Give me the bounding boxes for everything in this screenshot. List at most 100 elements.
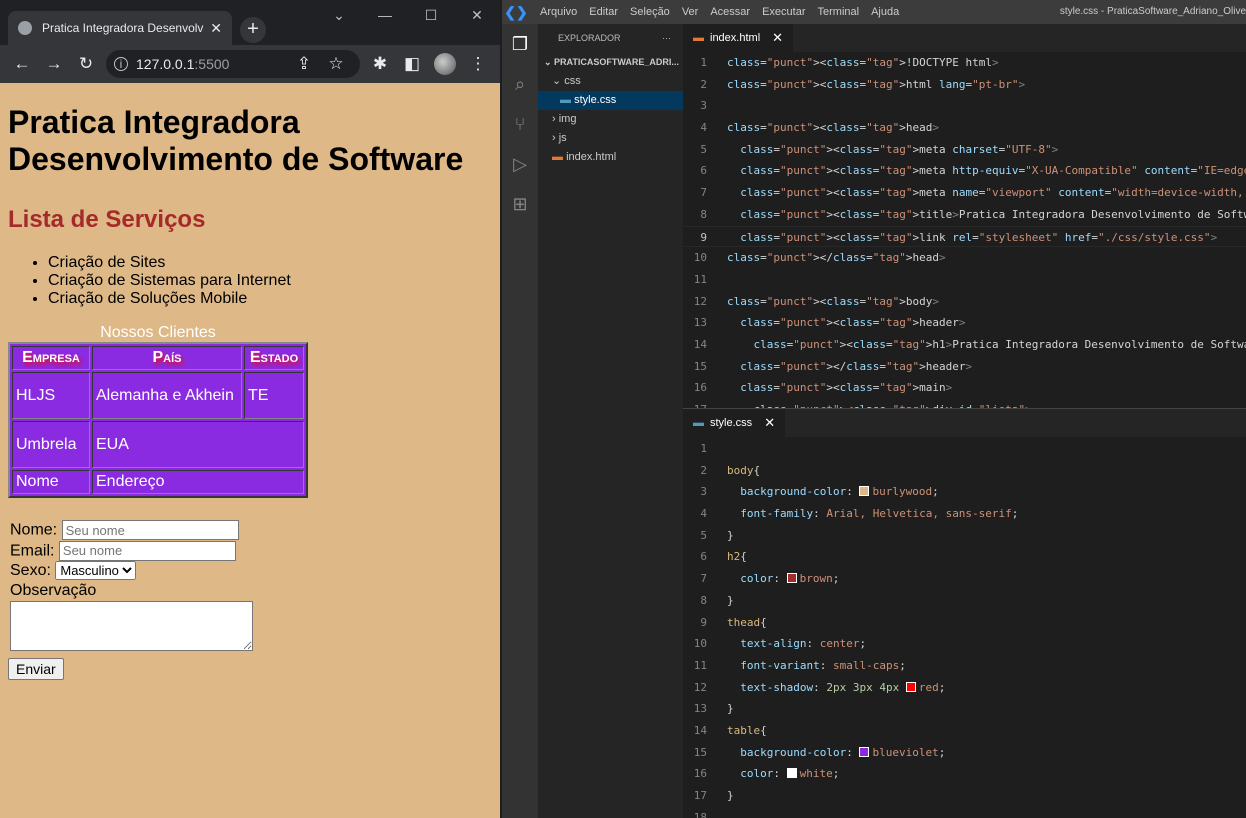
code-line[interactable]: 3 background-color: burlywood; bbox=[683, 481, 1246, 503]
code-line[interactable]: 3 bbox=[683, 95, 1246, 117]
code-text: class="punct"><class="tag">head> bbox=[727, 121, 939, 135]
search-icon[interactable]: ⌕ bbox=[502, 64, 538, 104]
tree-item-js-folder[interactable]: › js bbox=[538, 129, 683, 148]
share-icon[interactable]: ⇪ bbox=[288, 50, 320, 78]
code-line[interactable]: 2 body{ bbox=[683, 460, 1246, 482]
menu-item-editar[interactable]: Editar bbox=[583, 6, 624, 18]
explorer-files-icon[interactable]: ❐ bbox=[502, 24, 538, 64]
address-bar[interactable]: i 127.0.0.1:5500 ⇪ ☆ bbox=[106, 50, 360, 78]
source-control-icon[interactable]: ⑂ bbox=[502, 104, 538, 144]
code-line[interactable]: 12 text-shadow: 2px 3px 4px red; bbox=[683, 677, 1246, 699]
tab-style-css[interactable]: ▬ style.css ✕ bbox=[683, 409, 786, 437]
code-line[interactable]: 1 class="punct"><class="tag">!DOCTYPE htm… bbox=[683, 52, 1246, 74]
code-line[interactable]: 12 class="punct"><class="tag">body> bbox=[683, 291, 1246, 313]
extensions-puzzle-icon[interactable]: ✱ bbox=[364, 50, 396, 78]
code-line[interactable]: 6 class="punct"><class="tag">meta http-e… bbox=[683, 160, 1246, 182]
menu-item-executar[interactable]: Executar bbox=[756, 6, 811, 18]
menu-item-ver[interactable]: Ver bbox=[676, 6, 705, 18]
nome-input[interactable] bbox=[61, 520, 239, 540]
kebab-menu-icon[interactable]: ⋮ bbox=[462, 50, 494, 78]
close-window-button[interactable]: ✕ bbox=[454, 0, 500, 30]
code-line[interactable]: 18 bbox=[683, 807, 1246, 818]
code-line[interactable]: 16 color: white; bbox=[683, 763, 1246, 785]
menu-item-ajuda[interactable]: Ajuda bbox=[865, 6, 905, 18]
line-number: 11 bbox=[693, 272, 707, 286]
tree-item-img-folder[interactable]: › img bbox=[538, 110, 683, 129]
code-line[interactable]: 11 font-variant: small-caps; bbox=[683, 655, 1246, 677]
code-line[interactable]: 17} bbox=[683, 785, 1246, 807]
menu-item-selecao[interactable]: Seleção bbox=[624, 6, 676, 18]
extensions-icon[interactable]: ⊞ bbox=[502, 184, 538, 224]
code-line[interactable]: 1 bbox=[683, 438, 1246, 460]
line-number: 11 bbox=[693, 658, 707, 672]
code-line[interactable]: 13 class="punct"><class="tag">header> bbox=[683, 312, 1246, 334]
line-number: 2 bbox=[700, 463, 707, 477]
code-line[interactable]: 8 class="punct"><class="tag">title>Prati… bbox=[683, 204, 1246, 226]
menu-item-arquivo[interactable]: Arquivo bbox=[534, 6, 583, 18]
tab-search-icon[interactable]: ⌄ bbox=[316, 0, 362, 30]
email-input[interactable] bbox=[58, 540, 236, 561]
code-line[interactable]: 14 table{ bbox=[683, 720, 1246, 742]
code-line[interactable]: 7 color: brown; bbox=[683, 568, 1246, 590]
code-line[interactable]: 5} bbox=[683, 525, 1246, 547]
code-line[interactable]: 10 class="punct"></class="tag">head> bbox=[683, 247, 1246, 269]
code-line[interactable]: 6 h2{ bbox=[683, 546, 1246, 568]
clients-table-wrapper: Nossos Clientes Empresa País Estado HLJS… bbox=[8, 324, 308, 498]
run-debug-icon[interactable]: ▷ bbox=[502, 144, 538, 184]
line-number: 12 bbox=[693, 294, 707, 308]
project-root[interactable]: ⌄ PRATICASOFTWARE_ADRI... bbox=[538, 52, 683, 72]
code-line[interactable]: 10 text-align: center; bbox=[683, 633, 1246, 655]
new-tab-button[interactable]: + bbox=[240, 17, 266, 43]
tree-item-index-html[interactable]: ▬ index.html bbox=[538, 148, 683, 167]
submit-button[interactable]: Enviar bbox=[8, 658, 64, 680]
forward-arrow-icon[interactable]: → bbox=[38, 50, 70, 78]
code-line[interactable]: 17 class="punct"><class="tag">div id="li… bbox=[683, 399, 1246, 408]
menu-item-acessar[interactable]: Acessar bbox=[704, 6, 756, 18]
close-icon[interactable]: ✕ bbox=[764, 415, 775, 431]
observacao-textarea[interactable] bbox=[10, 601, 253, 651]
tree-item-style-css[interactable]: ▬ style.css bbox=[538, 91, 683, 110]
code-line[interactable]: 9 thead{ bbox=[683, 612, 1246, 634]
explorer-title: EXPLORADOR bbox=[558, 33, 621, 43]
code-text: } bbox=[727, 593, 734, 607]
bookmark-star-icon[interactable]: ☆ bbox=[320, 50, 352, 78]
reload-icon[interactable]: ↻ bbox=[70, 50, 102, 78]
code-text: background-color: blueviolet; bbox=[740, 745, 946, 759]
browser-window: Pratica Integradora Desenvolv ✕ + ⌄ — ☐ … bbox=[0, 0, 500, 818]
code-text: color: brown; bbox=[740, 572, 840, 586]
code-line[interactable]: 14 class="punct"><class="tag">h1>Pratica… bbox=[683, 334, 1246, 356]
sexo-select[interactable]: Masculino bbox=[55, 561, 137, 580]
table-cell: Nome bbox=[12, 470, 90, 494]
tree-item-css-folder[interactable]: ⌄ css bbox=[538, 72, 683, 91]
code-line[interactable]: 4 class="punct"><class="tag">head> bbox=[683, 117, 1246, 139]
css-code-editor[interactable]: 1 2 body{3 background-color: burlywood; 4 f… bbox=[683, 437, 1246, 818]
html-code-editor[interactable]: 1 class="punct"><class="tag">!DOCTYPE htm… bbox=[683, 52, 1246, 408]
profile-avatar[interactable] bbox=[434, 53, 456, 75]
code-line[interactable]: 5 class="punct"><class="tag">meta charse… bbox=[683, 139, 1246, 161]
code-line[interactable]: 8} bbox=[683, 590, 1246, 612]
code-line[interactable]: 9 class="punct"><class="tag">link rel="s… bbox=[683, 225, 1246, 248]
code-line[interactable]: 4 font-family: Arial, Helvetica, sans-se… bbox=[683, 503, 1246, 525]
code-line[interactable]: 16 class="punct"><class="tag">main> bbox=[683, 377, 1246, 399]
code-line[interactable]: 13} bbox=[683, 698, 1246, 720]
tab-index-html[interactable]: ▬ index.html ✕ bbox=[683, 24, 794, 52]
code-line[interactable]: 2 class="punct"><class="tag">html lang="p… bbox=[683, 74, 1246, 96]
close-tab-icon[interactable]: ✕ bbox=[210, 20, 222, 37]
code-line[interactable]: 15 background-color: blueviolet; bbox=[683, 742, 1246, 764]
code-line[interactable]: 11 bbox=[683, 269, 1246, 291]
code-line[interactable]: 7 class="punct"><class="tag">meta name="… bbox=[683, 182, 1246, 204]
web-page-content: Pratica Integradora Desenvolvimento de So… bbox=[8, 83, 492, 680]
back-arrow-icon[interactable]: ← bbox=[6, 50, 38, 78]
code-text: class="punct"><class="tag">link rel="sty… bbox=[740, 230, 1218, 244]
info-icon[interactable]: i bbox=[114, 57, 128, 71]
minimize-button[interactable]: — bbox=[362, 0, 408, 30]
menu-item-terminal[interactable]: Terminal bbox=[812, 6, 866, 18]
browser-tab[interactable]: Pratica Integradora Desenvolv ✕ bbox=[8, 11, 232, 45]
code-line[interactable]: 15 class="punct"></class="tag">header> bbox=[683, 356, 1246, 378]
close-icon[interactable]: ✕ bbox=[772, 30, 783, 46]
more-actions-icon[interactable]: ··· bbox=[662, 33, 671, 43]
maximize-button[interactable]: ☐ bbox=[408, 0, 454, 30]
side-panel-icon[interactable]: ◧ bbox=[396, 50, 428, 78]
